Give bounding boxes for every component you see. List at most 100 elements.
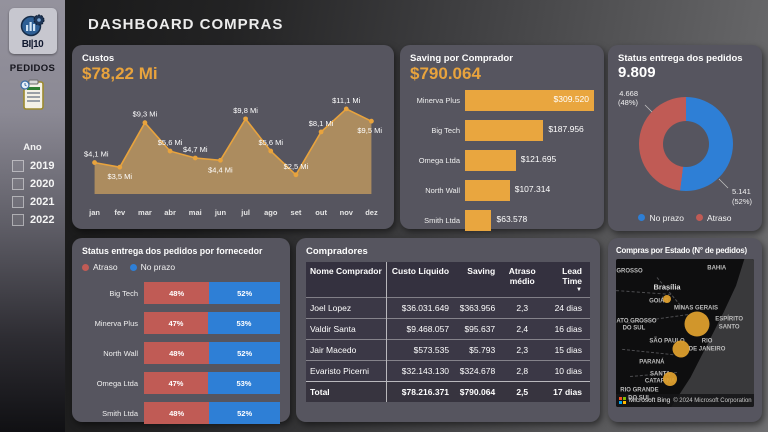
fornecedor-label: North Wall xyxy=(82,349,138,358)
legend-item-atraso[interactable]: Atraso xyxy=(82,262,118,272)
table-total-cell: 2,5 xyxy=(499,382,545,403)
table-cell: $5.793 xyxy=(453,340,499,361)
order-count-bubble[interactable] xyxy=(663,295,671,303)
column-header-custo-líquido[interactable]: Custo Líquido xyxy=(387,262,453,298)
saving-bar-row: Omega Ltda$121.695 xyxy=(410,150,594,171)
fornecedor-stacked-chart: Big Tech48%52%Minerva Plus47%53%North Wa… xyxy=(82,282,280,424)
stacked-bar-track: 48%52% xyxy=(144,282,280,304)
month-tick-ago: ago xyxy=(258,208,283,217)
custos-area-chart[interactable]: $4,1 Mi$3,5 Mi$9,3 Mi$5,6 Mi$4,7 Mi$4,4 … xyxy=(82,84,384,202)
table-cell: $9.468.057 xyxy=(387,319,453,340)
svg-text:$2,5 Mi: $2,5 Mi xyxy=(284,162,309,171)
saving-title: Saving por Comprador xyxy=(410,53,594,64)
month-tick-mai: mai xyxy=(183,208,208,217)
legend-dot xyxy=(638,214,645,221)
table-total-cell: $78.216.371 xyxy=(387,382,453,403)
saving-bar[interactable]: $309.520 xyxy=(465,90,594,111)
table-cell: Evaristo Picerni xyxy=(306,361,387,382)
stacked-bar-track: 47%53% xyxy=(144,312,280,334)
fornecedor-label: Big Tech xyxy=(82,289,138,298)
saving-bar[interactable] xyxy=(465,150,516,171)
saving-bar-track: $309.520 xyxy=(465,90,594,111)
card-custos: Custos $78,22 Mi $4,1 Mi$3,5 Mi$9,3 Mi$5… xyxy=(72,45,394,229)
brazil-map[interactable]: Microsoft Bing © 2024 Microsoft Corporat… xyxy=(616,259,754,407)
sidebar-section-pedidos: PEDIDOS xyxy=(10,63,56,74)
table-cell: Valdir Santa xyxy=(306,319,387,340)
svg-text:$5,6 Mi: $5,6 Mi xyxy=(258,138,283,147)
table-cell: 2,8 xyxy=(499,361,545,382)
svg-text:$9,5 Mi: $9,5 Mi xyxy=(357,126,382,135)
table-row[interactable]: Valdir Santa$9.468.057$95.6372,416 dias xyxy=(306,319,590,340)
segment-no-prazo[interactable]: 53% xyxy=(208,312,280,334)
stacked-bar-row: North Wall 48%52% xyxy=(82,342,280,364)
segment-no-prazo[interactable]: 52% xyxy=(209,342,280,364)
fornecedor-label: Smith Ltda xyxy=(82,409,138,418)
year-checkbox-2019[interactable]: 2019 xyxy=(0,157,65,175)
column-header-lead-time[interactable]: Lead Time▼ xyxy=(545,262,590,298)
custos-total: $78,22 Mi xyxy=(82,65,384,84)
table-row[interactable]: Evaristo Picerni$32.143.130$324.6782,810… xyxy=(306,361,590,382)
table-cell: $32.143.130 xyxy=(387,361,453,382)
card-compradores: Compradores Nome CompradorCusto LíquidoS… xyxy=(296,238,600,422)
callout-atraso: 4.668 (48%) xyxy=(618,89,638,109)
saving-category-label: North Wall xyxy=(410,186,460,195)
saving-bar[interactable] xyxy=(465,180,510,201)
column-header-saving[interactable]: Saving xyxy=(453,262,499,298)
table-total-cell: 17 dias xyxy=(545,382,590,403)
segment-atraso[interactable]: 48% xyxy=(144,342,209,364)
segment-atraso[interactable]: 48% xyxy=(144,402,209,424)
year-filter-list: 2019 20202021 2022 xyxy=(0,157,65,229)
clipboard-orders-icon xyxy=(19,79,47,116)
saving-bar[interactable] xyxy=(465,120,543,141)
saving-bar-row: Minerva Plus$309.520 xyxy=(410,90,594,111)
segment-atraso[interactable]: 47% xyxy=(144,372,208,394)
column-header-atraso-médio[interactable]: Atraso médio xyxy=(499,262,545,298)
segment-no-prazo[interactable]: 53% xyxy=(208,372,280,394)
fornecedor-legend: Atraso No prazo xyxy=(82,262,280,272)
legend-item-no-prazo[interactable]: No prazo xyxy=(638,213,684,223)
legend-item-atraso[interactable]: Atraso xyxy=(696,213,732,223)
saving-bar-track: $121.695 xyxy=(465,150,594,171)
card-saving-por-comprador: Saving por Comprador $790.064 Minerva Pl… xyxy=(400,45,604,229)
svg-text:$3,5 Mi: $3,5 Mi xyxy=(107,172,132,181)
table-total-cell: $790.064 xyxy=(453,382,499,403)
saving-bar[interactable] xyxy=(465,210,491,231)
table-cell: $363.956 xyxy=(453,298,499,319)
saving-value-label: $121.695 xyxy=(521,154,556,164)
legend-label: No prazo xyxy=(141,262,176,272)
state-label: BAHIA xyxy=(707,266,726,274)
year-checkbox-2021[interactable]: 2021 xyxy=(0,193,65,211)
year-checkbox-2022[interactable]: 2022 xyxy=(0,211,65,229)
segment-no-prazo[interactable]: 52% xyxy=(209,402,280,424)
legend-dot xyxy=(82,264,89,271)
table-cell: 2,3 xyxy=(499,298,545,319)
checkbox-icon xyxy=(12,178,24,190)
legend-item-no-prazo[interactable]: No prazo xyxy=(130,262,176,272)
table-row[interactable]: Joel Lopez$36.031.649$363.9562,324 dias xyxy=(306,298,590,319)
saving-bar-chart: Minerva Plus$309.520Big Tech$187.956Omeg… xyxy=(410,90,594,231)
order-count-bubble[interactable] xyxy=(672,341,689,358)
table-row[interactable]: Jair Macedo$573.535$5.7932,315 dias xyxy=(306,340,590,361)
saving-bar-track: $187.956 xyxy=(465,120,594,141)
segment-atraso[interactable]: 47% xyxy=(144,312,208,334)
checkbox-icon xyxy=(12,196,24,208)
order-count-bubble[interactable] xyxy=(685,312,710,337)
month-tick-jun: jun xyxy=(208,208,233,217)
fornecedor-title: Status entrega dos pedidos por fornecedo… xyxy=(82,246,280,256)
card-compras-por-estado: Compras por Estado (N° de pedidos) Micro… xyxy=(608,238,762,422)
saving-value-label: $309.520 xyxy=(554,94,589,104)
year-label: 2019 xyxy=(30,160,54,172)
year-label: 2022 xyxy=(30,214,54,226)
table-total-row: Total$78.216.371$790.0642,517 dias xyxy=(306,382,590,403)
custos-title: Custos xyxy=(82,53,384,64)
column-header-nome-comprador[interactable]: Nome Comprador xyxy=(306,262,387,298)
svg-text:$8,1 Mi: $8,1 Mi xyxy=(309,119,334,128)
saving-bar-track: $63.578 xyxy=(465,210,594,231)
segment-no-prazo[interactable]: 52% xyxy=(209,282,280,304)
city-label: Brasília xyxy=(653,282,680,291)
month-tick-out: out xyxy=(309,208,334,217)
saving-bar-track: $107.314 xyxy=(465,180,594,201)
segment-atraso[interactable]: 48% xyxy=(144,282,209,304)
year-checkbox-2020[interactable]: 2020 xyxy=(0,175,65,193)
order-count-bubble[interactable] xyxy=(663,372,677,386)
